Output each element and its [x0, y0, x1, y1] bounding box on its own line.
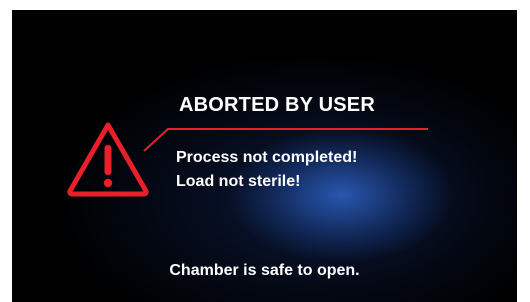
status-title: ABORTED BY USER — [179, 94, 375, 116]
warning-triangle-icon — [66, 121, 150, 197]
display-frame: ABORTED BY USER Process not completed! L… — [0, 0, 530, 302]
chamber-status-footer: Chamber is safe to open. — [169, 262, 360, 279]
status-message-process: Process not completed! — [176, 149, 358, 166]
status-message-load: Load not sterile! — [176, 173, 301, 190]
sterilizer-screen: ABORTED BY USER Process not completed! L… — [12, 10, 517, 302]
